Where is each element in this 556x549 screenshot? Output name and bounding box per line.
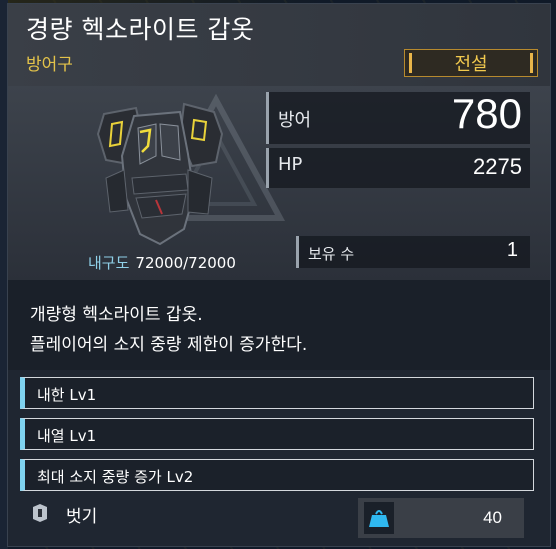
hp-stat: HP 2275 [266,148,530,188]
weight-box: 40 [358,498,524,538]
trait-label: 내한 Lv1 [37,386,97,404]
weight-value: 40 [483,508,502,527]
tooltip-footer: 벗기 40 [8,492,550,546]
defense-label: 방어 [278,110,312,131]
background-edge-left [0,0,8,549]
owned-count: 보유 수 1 [296,236,530,268]
description-panel: 개량형 헥소라이트 갑옷. 플레이어의 소지 중량 제한이 증가한다. [8,280,550,370]
trait-item: 최대 소지 중량 증가 Lv2 [20,459,534,491]
unequip-icon[interactable] [30,503,50,523]
description-line-2: 플레이어의 소지 중량 제한이 증가한다. [30,335,308,355]
hp-label: HP [278,154,303,175]
defense-value: 780 [451,90,522,137]
item-stats-panel: 내구도 72000/72000 방어 780 HP 2275 보유 수 1 [8,86,550,280]
owned-bracket [296,236,299,268]
armor-icon [96,102,224,246]
defense-stat: 방어 780 [266,90,530,144]
owned-label: 보유 수 [308,245,355,263]
item-category: 방어구 [26,55,73,75]
hp-bracket [266,148,269,188]
weight-icon [364,502,394,534]
background-edge-right [550,0,556,549]
defense-bracket [266,92,269,144]
trait-item: 내한 Lv1 [20,377,534,409]
durability-value: 72000/72000 [135,254,236,272]
weight-icon-glyph [369,510,389,527]
hp-value: 2275 [473,154,522,179]
grade-badge: 전설 [404,49,538,77]
tooltip-header: 경량 헥소라이트 갑옷 방어구 전설 [8,4,550,86]
trait-label: 최대 소지 중량 증가 Lv2 [37,468,194,486]
item-tooltip: 경량 헥소라이트 갑옷 방어구 전설 내구도 72000/72000 방어 78… [8,4,550,546]
grade-label: 전설 [454,54,488,75]
trait-item: 내열 Lv1 [20,418,534,450]
durability-label: 내구도 [88,254,130,272]
item-name: 경량 헥소라이트 갑옷 [26,15,255,44]
description-line-1: 개량형 헥소라이트 갑옷. [30,305,203,325]
unequip-label[interactable]: 벗기 [66,502,97,527]
trait-label: 내열 Lv1 [37,427,97,445]
owned-value: 1 [506,239,518,261]
durability: 내구도 72000/72000 [88,252,236,273]
